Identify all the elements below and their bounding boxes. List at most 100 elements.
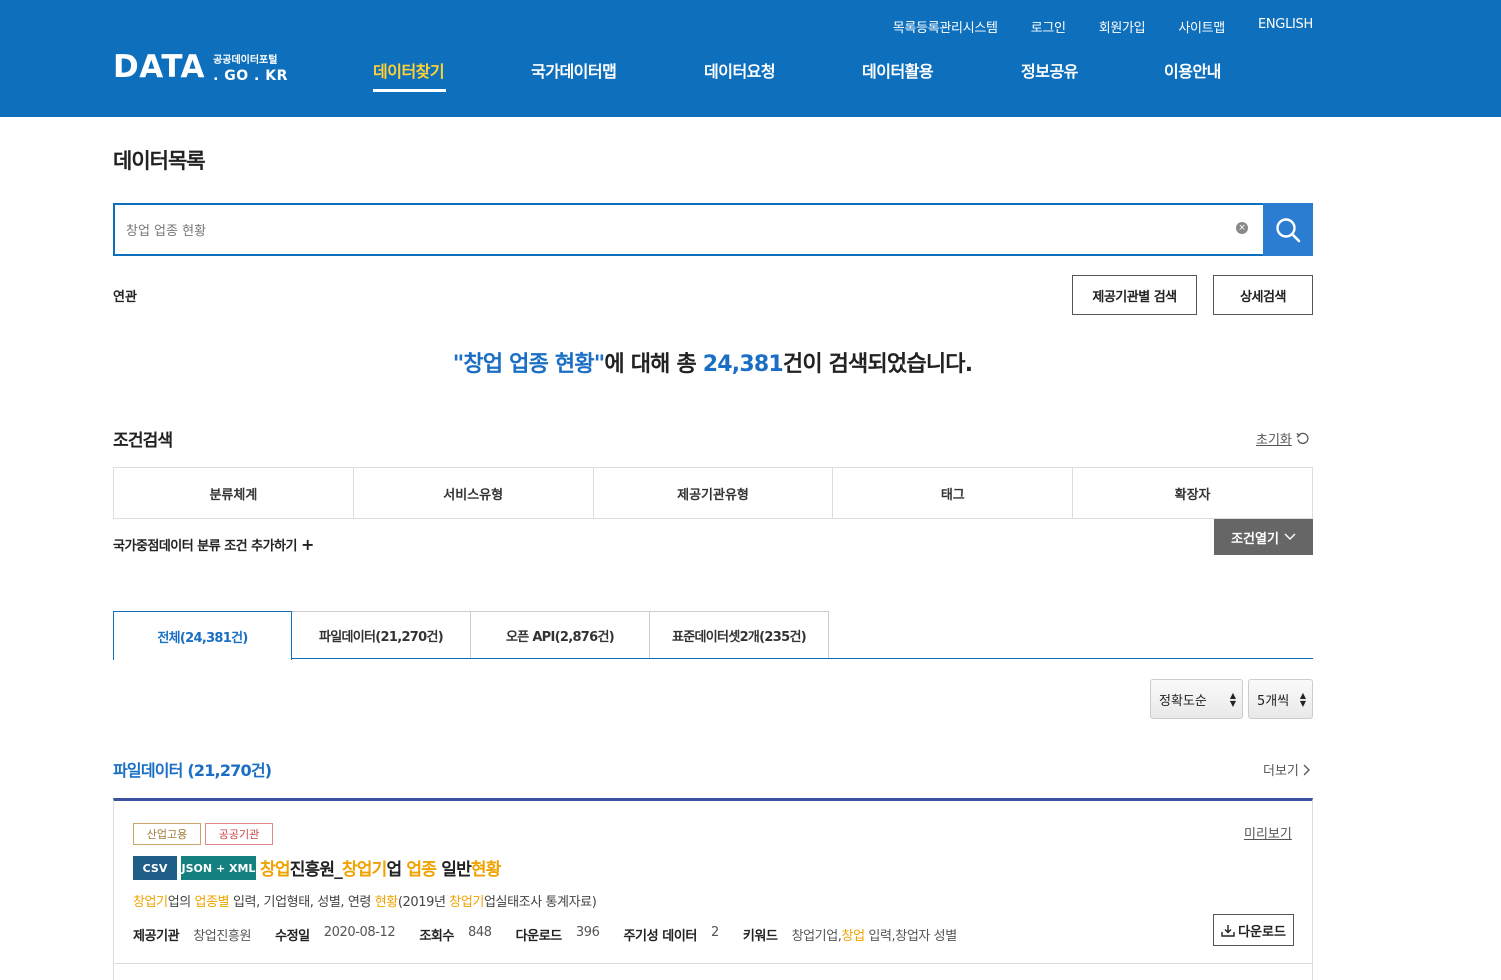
result-tail: 건이 검색되었습니다. — [782, 352, 973, 377]
org-type-badge: 공공기관 — [205, 823, 273, 845]
text-segment: 업 — [386, 860, 407, 880]
result-tabs: 전체(24,381건) 파일데이터(21,270건) 오픈 API(2,876건… — [113, 611, 829, 660]
reset-label: 초기화 — [1256, 433, 1292, 448]
highlight-term: 업종별 — [194, 895, 230, 910]
logo-main: DATA — [113, 49, 206, 85]
result-query: "창업 업종 현황" — [452, 352, 605, 377]
nav-data-use[interactable]: 데이터활용 — [862, 58, 934, 82]
text-segment: 일반 — [436, 860, 471, 880]
meta-key: 조회수 — [419, 929, 454, 944]
meta-key: 다운로드 — [515, 929, 563, 944]
nav-active-underline — [373, 89, 446, 92]
add-condition-link[interactable]: 국가중점데이터 분류 조건 추가하기 + — [113, 535, 314, 554]
more-link[interactable]: 더보기 — [1263, 760, 1310, 779]
meta-value: 창업진흥원 — [193, 929, 252, 944]
text-segment: 업실태조사 통계자료) — [483, 895, 597, 910]
plus-icon: + — [301, 535, 314, 554]
related-label: 연관 — [113, 290, 137, 305]
cond-org-type[interactable]: 제공기관유형 — [594, 468, 834, 518]
meta-value: 2 — [711, 925, 719, 940]
text-segment: 입력, 기업형태, 성별, 연령 — [229, 895, 375, 910]
util-link-sitemap[interactable]: 사이트맵 — [1178, 17, 1225, 36]
util-link-registry[interactable]: 목록등록관리시스템 — [893, 17, 998, 36]
logo-ko: 공공데이터포털 — [213, 55, 278, 66]
preview-link[interactable]: 미리보기 — [1244, 823, 1292, 842]
category-badge: 산업고용 — [133, 823, 201, 845]
meta-key: 제공기관 — [133, 929, 180, 944]
nav-guide[interactable]: 이용안내 — [1164, 58, 1221, 82]
download-button[interactable]: 다운로드 — [1213, 914, 1294, 946]
per-page-select[interactable]: 5개씩 ▲ ▼ — [1248, 679, 1313, 719]
tab-file-data[interactable]: 파일데이터(21,270건) — [292, 611, 471, 659]
condition-search-title: 조건검색 — [113, 431, 173, 451]
chevron-right-icon — [1303, 764, 1310, 775]
cond-category[interactable]: 분류체계 — [114, 468, 354, 518]
nav-data-map[interactable]: 국가데이터맵 — [531, 58, 617, 82]
text-segment: 창업기업, — [791, 929, 842, 944]
refresh-icon — [1296, 432, 1309, 444]
highlight-term: 현황 — [470, 860, 501, 880]
search-input[interactable] — [115, 205, 1263, 254]
meta-value: 2020-08-12 — [323, 925, 396, 940]
page-title: 데이터목록 — [113, 149, 206, 173]
highlight-term: 창업기 — [449, 895, 484, 910]
tab-all[interactable]: 전체(24,381건) — [113, 611, 292, 660]
section-title: 파일데이터 (21,270건) — [113, 761, 272, 780]
result-count: 24,381 — [702, 352, 784, 377]
sort-order-value: 정확도순 — [1159, 693, 1207, 709]
nav-info-share[interactable]: 정보공유 — [1021, 58, 1078, 82]
org-search-button[interactable]: 제공기관별 검색 — [1072, 275, 1197, 315]
util-link-signup[interactable]: 회원가입 — [1099, 17, 1146, 36]
chevron-down-icon — [1284, 533, 1296, 540]
item-title-link[interactable]: 창업진흥원_창업기업 업종 일반현황 — [260, 855, 501, 880]
per-page-value: 5개씩 — [1257, 693, 1290, 709]
logo-en: . GO . KR — [213, 68, 288, 84]
highlight-term: 창업기 — [133, 895, 168, 910]
tab-divider — [291, 658, 1313, 659]
highlight-term: 현황 — [374, 895, 399, 910]
meta-key: 수정일 — [275, 929, 310, 944]
highlight-term: 창업기 — [341, 860, 387, 880]
detail-search-button[interactable]: 상세검색 — [1213, 275, 1313, 315]
item-description: 창업기업의 업종별 입력, 기업형태, 성별, 연령 현황(2019년 창업기업… — [133, 891, 597, 910]
tab-open-api[interactable]: 오픈 API(2,876건) — [471, 611, 650, 659]
format-badge-json-xml: JSON + XML — [181, 856, 256, 880]
keywords-value: 창업기업,창업 입력,창업자 성별 — [791, 925, 958, 944]
nav-find-data[interactable]: 데이터찾기 — [373, 58, 445, 82]
clear-search-icon[interactable]: × — [1236, 222, 1248, 234]
open-conditions-button[interactable]: 조건열기 — [1214, 519, 1313, 555]
util-link-english[interactable]: ENGLISH — [1258, 17, 1313, 36]
search-icon — [1276, 217, 1301, 242]
reset-link[interactable]: 초기화 — [1256, 429, 1309, 448]
sort-order-select[interactable]: 정확도순 ▲ ▼ — [1150, 679, 1243, 719]
open-conditions-label: 조건열기 — [1231, 531, 1279, 547]
meta-key: 주기성 데이터 — [623, 929, 698, 944]
result-item-card: 산업고용 공공기관 미리보기 CSV JSON + XML 창업진흥원_창업기업… — [113, 798, 1313, 980]
condition-table: 분류체계 서비스유형 제공기관유형 태그 확장자 — [113, 467, 1313, 519]
site-header: 목록등록관리시스템 로그인 회원가입 사이트맵 ENGLISH DATA 공공데… — [0, 0, 1501, 117]
highlight-term: 창업 — [260, 860, 290, 880]
cond-extension[interactable]: 확장자 — [1073, 468, 1312, 518]
cond-service-type[interactable]: 서비스유형 — [354, 468, 594, 518]
search-box — [113, 203, 1263, 256]
result-mid: 에 대해 총 — [604, 352, 703, 377]
item-meta: 제공기관 창업진흥원 수정일 2020-08-12 조회수 848 다운로드 3… — [133, 925, 981, 944]
text-segment: 진흥원_ — [289, 860, 343, 880]
highlight-term: 창업 — [841, 929, 866, 944]
nav-data-request[interactable]: 데이터요청 — [704, 58, 776, 82]
search-button[interactable] — [1263, 203, 1313, 256]
select-arrows-icon: ▲ ▼ — [1299, 691, 1306, 708]
text-segment: (2019년 — [397, 895, 450, 910]
more-label: 더보기 — [1263, 764, 1299, 779]
download-icon — [1221, 924, 1235, 937]
card-divider — [114, 963, 1312, 964]
select-arrows-icon: ▲ ▼ — [1229, 691, 1236, 708]
meta-key: 키워드 — [742, 929, 778, 944]
text-segment: 업의 — [167, 895, 195, 910]
utility-nav: 목록등록관리시스템 로그인 회원가입 사이트맵 ENGLISH — [860, 17, 1314, 36]
download-label: 다운로드 — [1238, 924, 1286, 940]
tab-standard-dataset[interactable]: 표준데이터셋2개(235건) — [650, 611, 829, 659]
util-link-login[interactable]: 로그인 — [1031, 17, 1066, 36]
site-logo[interactable]: DATA 공공데이터포털 . GO . KR — [113, 49, 288, 85]
cond-tag[interactable]: 태그 — [833, 468, 1074, 518]
